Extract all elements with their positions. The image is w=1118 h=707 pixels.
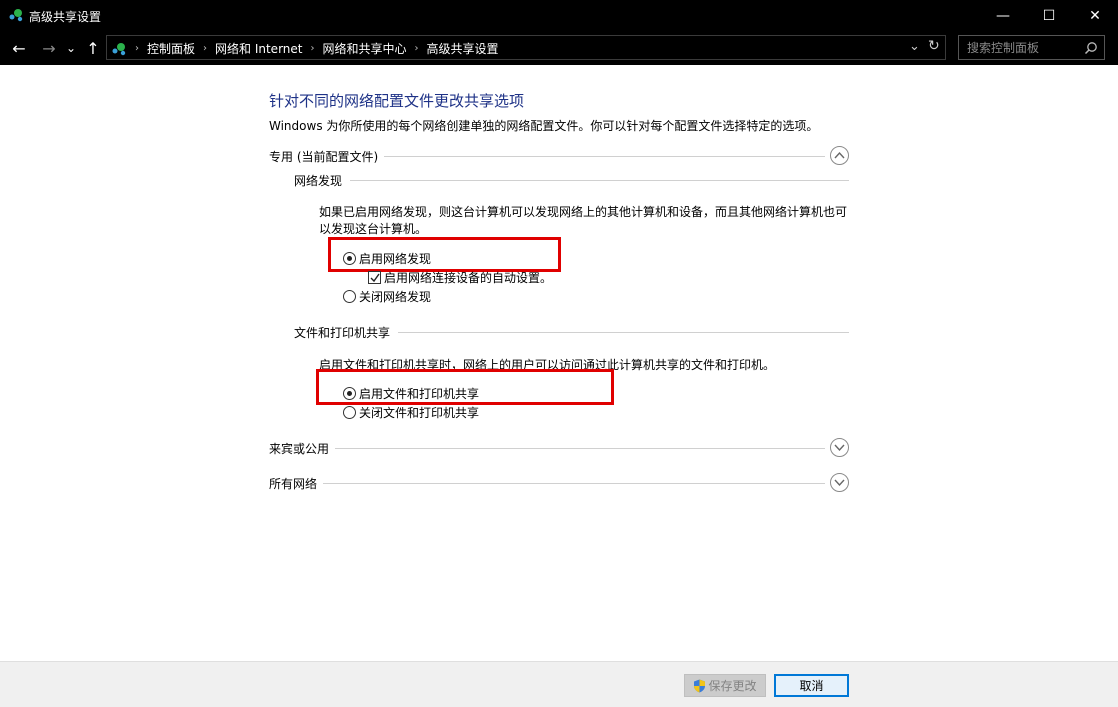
uac-shield-icon <box>694 679 706 692</box>
section-guest-public[interactable]: 来宾或公用 <box>269 438 849 458</box>
expand-chevron-down-icon[interactable] <box>830 438 849 457</box>
breadcrumb-separator: › <box>203 43 208 54</box>
save-changes-button[interactable]: 保存更改 <box>684 674 766 697</box>
address-bar: ← → ⌄ ↑ › 控制面板 › 网络和 Internet › 网络和共享中心 … <box>0 31 1118 65</box>
section-all-networks-label: 所有网络 <box>269 475 324 492</box>
breadcrumb-network-sharing-center[interactable]: 网络和共享中心 <box>322 40 406 57</box>
maximize-button[interactable]: ☐ <box>1026 0 1072 31</box>
page-description: Windows 为你所使用的每个网络创建单独的网络配置文件。你可以针对每个配置文… <box>269 119 819 133</box>
section-private-profile[interactable]: 专用 (当前配置文件) <box>269 146 849 166</box>
breadcrumb-separator: › <box>310 43 315 54</box>
auto-setup-option[interactable]: 启用网络连接设备的自动设置。 <box>368 269 552 286</box>
refresh-icon[interactable]: ↻ <box>928 38 940 54</box>
network-discovery-description: 如果已启用网络发现，则这台计算机可以发现网络上的其他计算机和设备，而且其他网络计… <box>319 205 848 236</box>
section-guest-label: 来宾或公用 <box>269 440 336 457</box>
network-discovery-label: 网络发现 <box>294 172 351 189</box>
network-discovery-on-option[interactable]: 启用网络发现 <box>343 250 431 267</box>
section-all-networks[interactable]: 所有网络 <box>269 473 849 493</box>
radio-selected[interactable] <box>343 387 356 400</box>
search-box[interactable] <box>958 35 1105 60</box>
search-icon[interactable] <box>1084 41 1098 55</box>
radio-unselected[interactable] <box>343 406 356 419</box>
back-button[interactable]: ← <box>8 37 30 59</box>
up-button[interactable]: ↑ <box>82 37 104 59</box>
network-discovery-on-label[interactable]: 启用网络发现 <box>359 250 431 267</box>
divider <box>294 180 849 181</box>
radio-unselected[interactable] <box>343 290 356 303</box>
footer-bar: 保存更改 取消 <box>0 661 1118 707</box>
save-changes-label[interactable]: 保存更改 <box>708 677 756 694</box>
collapse-chevron-up-icon[interactable] <box>830 146 849 165</box>
breadcrumb-network-internet[interactable]: 网络和 Internet <box>215 40 302 57</box>
expand-chevron-down-icon[interactable] <box>830 473 849 492</box>
breadcrumb-control-panel[interactable]: 控制面板 <box>147 40 195 57</box>
content-area: 针对不同的网络配置文件更改共享选项 Windows 为你所使用的每个网络创建单独… <box>0 65 1118 661</box>
window-title: 高级共享设置 <box>29 10 102 24</box>
auto-setup-label[interactable]: 启用网络连接设备的自动设置。 <box>384 269 552 286</box>
subsection-file-printer-sharing: 文件和打印机共享 <box>294 323 849 341</box>
network-discovery-off-option[interactable]: 关闭网络发现 <box>343 288 431 305</box>
minimize-button[interactable]: — <box>980 0 1026 31</box>
breadcrumb[interactable]: › 控制面板 › 网络和 Internet › 网络和共享中心 › 高级共享设置… <box>106 35 946 60</box>
close-button[interactable]: ✕ <box>1072 0 1118 31</box>
recent-locations-button[interactable]: ⌄ <box>64 37 78 59</box>
cancel-button[interactable]: 取消 <box>774 674 849 697</box>
file-printer-sharing-on-option[interactable]: 启用文件和打印机共享 <box>343 385 479 402</box>
subsection-network-discovery: 网络发现 <box>294 171 849 189</box>
address-dropdown-icon[interactable]: ⌄ <box>909 39 920 54</box>
file-printer-sharing-on-label[interactable]: 启用文件和打印机共享 <box>359 385 479 402</box>
search-input[interactable] <box>959 36 1079 59</box>
section-private-label: 专用 (当前配置文件) <box>269 148 385 165</box>
file-printer-sharing-off-option[interactable]: 关闭文件和打印机共享 <box>343 404 479 421</box>
file-printer-sharing-label: 文件和打印机共享 <box>294 324 399 341</box>
divider <box>269 448 825 449</box>
divider <box>269 483 825 484</box>
forward-button[interactable]: → <box>38 37 60 59</box>
breadcrumb-advanced-sharing[interactable]: 高级共享设置 <box>427 40 499 57</box>
network-sharing-app-icon <box>9 9 23 22</box>
breadcrumb-separator: › <box>135 43 139 54</box>
breadcrumb-separator: › <box>414 43 419 54</box>
file-printer-sharing-off-label[interactable]: 关闭文件和打印机共享 <box>359 404 479 421</box>
page-heading: 针对不同的网络配置文件更改共享选项 <box>269 92 525 110</box>
checkbox-checked[interactable] <box>368 271 381 284</box>
network-discovery-off-label[interactable]: 关闭网络发现 <box>359 288 431 305</box>
title-bar: 高级共享设置 — ☐ ✕ <box>0 0 1118 31</box>
control-panel-icon <box>112 42 126 55</box>
radio-selected[interactable] <box>343 252 356 265</box>
